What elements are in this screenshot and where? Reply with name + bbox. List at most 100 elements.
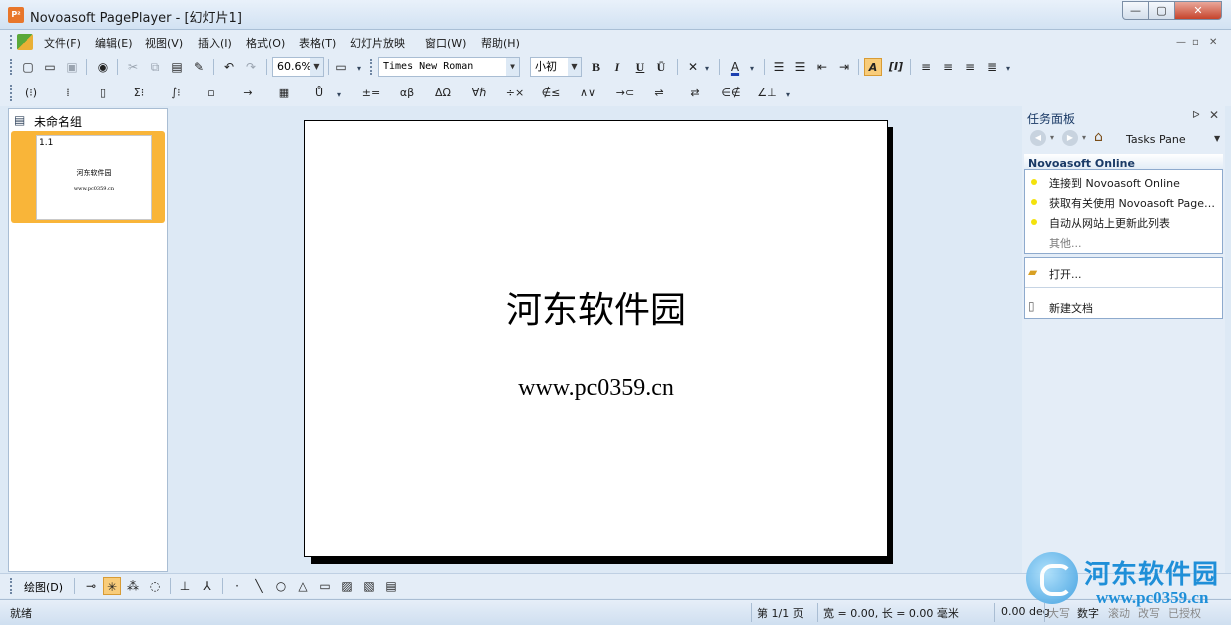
copy-icon[interactable]: ⧉ <box>146 58 164 76</box>
product-template-button[interactable]: Ů <box>308 84 330 102</box>
link-get-help[interactable]: 获取有关使用 Novoasoft PagePlayer <box>1049 195 1221 211</box>
element-symbols-button[interactable]: ∈∉ <box>720 84 742 102</box>
toolbar-grip[interactable] <box>10 578 13 594</box>
menu-slideshow[interactable]: 幻灯片放映 <box>350 35 405 51</box>
lasso-tool-icon[interactable]: ◌ <box>146 577 164 595</box>
menu-view[interactable]: 视图(V) <box>145 35 183 51</box>
fraction-template-button[interactable]: ⁞ <box>57 84 79 102</box>
pin-tool-icon[interactable]: ⊸ <box>82 577 100 595</box>
relations-symbols-button[interactable]: ±= <box>360 84 382 102</box>
new-document-link[interactable]: 新建文档 <box>1049 300 1221 316</box>
overline-button[interactable]: Ū <box>652 58 670 76</box>
cut-icon[interactable]: ✂ <box>124 58 142 76</box>
toolbar-grip[interactable] <box>10 85 13 101</box>
chevron-down-icon[interactable]: ▾ <box>1048 130 1056 146</box>
slide-title[interactable]: 河东软件园 <box>305 281 887 333</box>
toolbar-overflow-icon[interactable]: ▾ <box>786 90 790 99</box>
matrix-template-button[interactable]: ▦ <box>273 84 295 102</box>
toolbar-grip[interactable] <box>370 59 373 75</box>
menu-grip[interactable] <box>10 35 13 49</box>
fence-template-button[interactable]: (⁝) <box>20 84 42 102</box>
line-tool-icon[interactable]: ╲ <box>250 577 268 595</box>
math-style-button[interactable]: A <box>864 58 882 76</box>
link-more[interactable]: 其他... <box>1049 235 1221 251</box>
operator-symbols-button[interactable]: ÷× <box>504 84 526 102</box>
align-center-icon[interactable]: ≡ <box>939 58 957 76</box>
task-pane-close-button[interactable]: ✕ <box>1209 108 1219 122</box>
chevron-down-icon[interactable]: ▼ <box>506 58 519 76</box>
greek-lower-button[interactable]: αβ <box>396 84 418 102</box>
toolbar-overflow-icon[interactable]: ▾ <box>357 64 361 73</box>
image-tool-icon[interactable]: ▨ <box>338 577 356 595</box>
pin-icon[interactable]: ᐅ <box>1192 110 1200 121</box>
maximize-button[interactable]: ▢ <box>1148 1 1175 20</box>
align-left-icon[interactable]: ≡ <box>917 58 935 76</box>
document-icon[interactable] <box>17 34 33 50</box>
open-folder-icon[interactable]: ▭ <box>41 58 59 76</box>
chevron-down-icon[interactable]: ▾ <box>1080 130 1088 146</box>
forward-icon[interactable]: ▶ <box>1062 130 1078 146</box>
double-arrow-symbols-button[interactable]: ⇄ <box>684 84 706 102</box>
menu-insert[interactable]: 插入(I) <box>198 35 232 51</box>
menu-format[interactable]: 格式(O) <box>246 35 285 51</box>
menu-edit[interactable]: 编辑(E) <box>95 35 133 51</box>
chevron-down-icon[interactable]: ▼ <box>1214 134 1220 143</box>
link-connect-online[interactable]: 连接到 Novoasoft Online <box>1049 175 1221 191</box>
integral-template-button[interactable]: ∫⁝ <box>165 84 187 102</box>
arrow-symbols-button[interactable]: ⇌ <box>648 84 670 102</box>
inequality-symbols-button[interactable]: ∉≤ <box>540 84 562 102</box>
link-auto-update[interactable]: 自动从网站上更新此列表 <box>1049 215 1221 231</box>
minimize-button[interactable]: — <box>1122 1 1149 20</box>
decrease-indent-icon[interactable]: ⇤ <box>813 58 831 76</box>
slide-subtitle[interactable]: www.pc0359.cn <box>305 375 887 402</box>
underbar-template-button[interactable]: ▫ <box>200 84 222 102</box>
slide-thumbnail-selected[interactable]: 1.1 河东软件园 www.pc0359.cn <box>11 131 165 223</box>
back-icon[interactable]: ◀ <box>1030 130 1046 146</box>
save-icon[interactable]: ▣ <box>63 58 81 76</box>
open-link[interactable]: 打开... <box>1049 266 1221 282</box>
home-icon[interactable]: ⌂ <box>1094 129 1103 145</box>
rectangle-tool-icon[interactable]: ▭ <box>316 577 334 595</box>
drawing-menu[interactable]: 绘图(D) <box>24 579 63 595</box>
menu-help[interactable]: 帮助(H) <box>481 35 520 51</box>
menu-file[interactable]: 文件(F) <box>44 35 81 51</box>
chevron-down-icon[interactable]: ▼ <box>568 58 581 76</box>
play-icon[interactable]: ◉ <box>94 58 112 76</box>
object-tool-icon[interactable]: ▧ <box>360 577 378 595</box>
page-view-icon[interactable]: ▭ <box>332 58 350 76</box>
close-button[interactable]: ✕ <box>1174 1 1222 20</box>
slide-canvas[interactable]: 河东软件园 www.pc0359.cn <box>304 120 888 557</box>
slide-thumbnail[interactable]: 1.1 河东软件园 www.pc0359.cn <box>36 135 152 220</box>
undo-icon[interactable]: ↶ <box>220 58 238 76</box>
new-file-icon[interactable]: ▢ <box>19 58 37 76</box>
chevron-down-icon[interactable]: ▾ <box>705 64 709 73</box>
font-name-select[interactable]: Times New Roman ▼ <box>378 57 520 77</box>
zoom-select[interactable]: 60.6% ▼ <box>272 57 324 77</box>
point-tool-icon[interactable]: · <box>228 577 246 595</box>
font-color-icon[interactable]: A <box>726 58 744 76</box>
increase-indent-icon[interactable]: ⇥ <box>835 58 853 76</box>
slide-group-label[interactable]: 未命名组 <box>34 113 82 130</box>
angle-tool-icon[interactable]: ⅄ <box>198 577 216 595</box>
set-symbols-button[interactable]: →⊂ <box>614 84 636 102</box>
circle-tool-icon[interactable]: ○ <box>272 577 290 595</box>
redo-icon[interactable]: ↷ <box>242 58 260 76</box>
greek-upper-button[interactable]: ΔΩ <box>432 84 454 102</box>
chevron-down-icon[interactable]: ▾ <box>750 64 754 73</box>
italic-button[interactable]: I <box>608 58 626 76</box>
symbol-style-icon[interactable]: ✕ <box>684 58 702 76</box>
toolbar-overflow-icon[interactable]: ▾ <box>337 90 341 99</box>
bold-button[interactable]: B <box>587 58 605 76</box>
summation-template-button[interactable]: Σ⁝ <box>128 84 150 102</box>
textbox-tool-icon[interactable]: ▤ <box>382 577 400 595</box>
menu-table[interactable]: 表格(T) <box>299 35 336 51</box>
script-template-button[interactable]: ▯ <box>92 84 114 102</box>
node-tool-icon[interactable]: ⁂ <box>124 577 142 595</box>
chevron-down-icon[interactable]: ▼ <box>310 58 323 76</box>
task-pane-select[interactable]: Tasks Pane <box>1126 133 1186 146</box>
mdi-minimize-button[interactable]: — <box>1176 37 1186 48</box>
toolbar-overflow-icon[interactable]: ▾ <box>1006 64 1010 73</box>
align-right-icon[interactable]: ≡ <box>961 58 979 76</box>
mdi-restore-button[interactable]: ▫ <box>1192 37 1199 48</box>
text-style-button[interactable]: [I] <box>887 58 905 76</box>
